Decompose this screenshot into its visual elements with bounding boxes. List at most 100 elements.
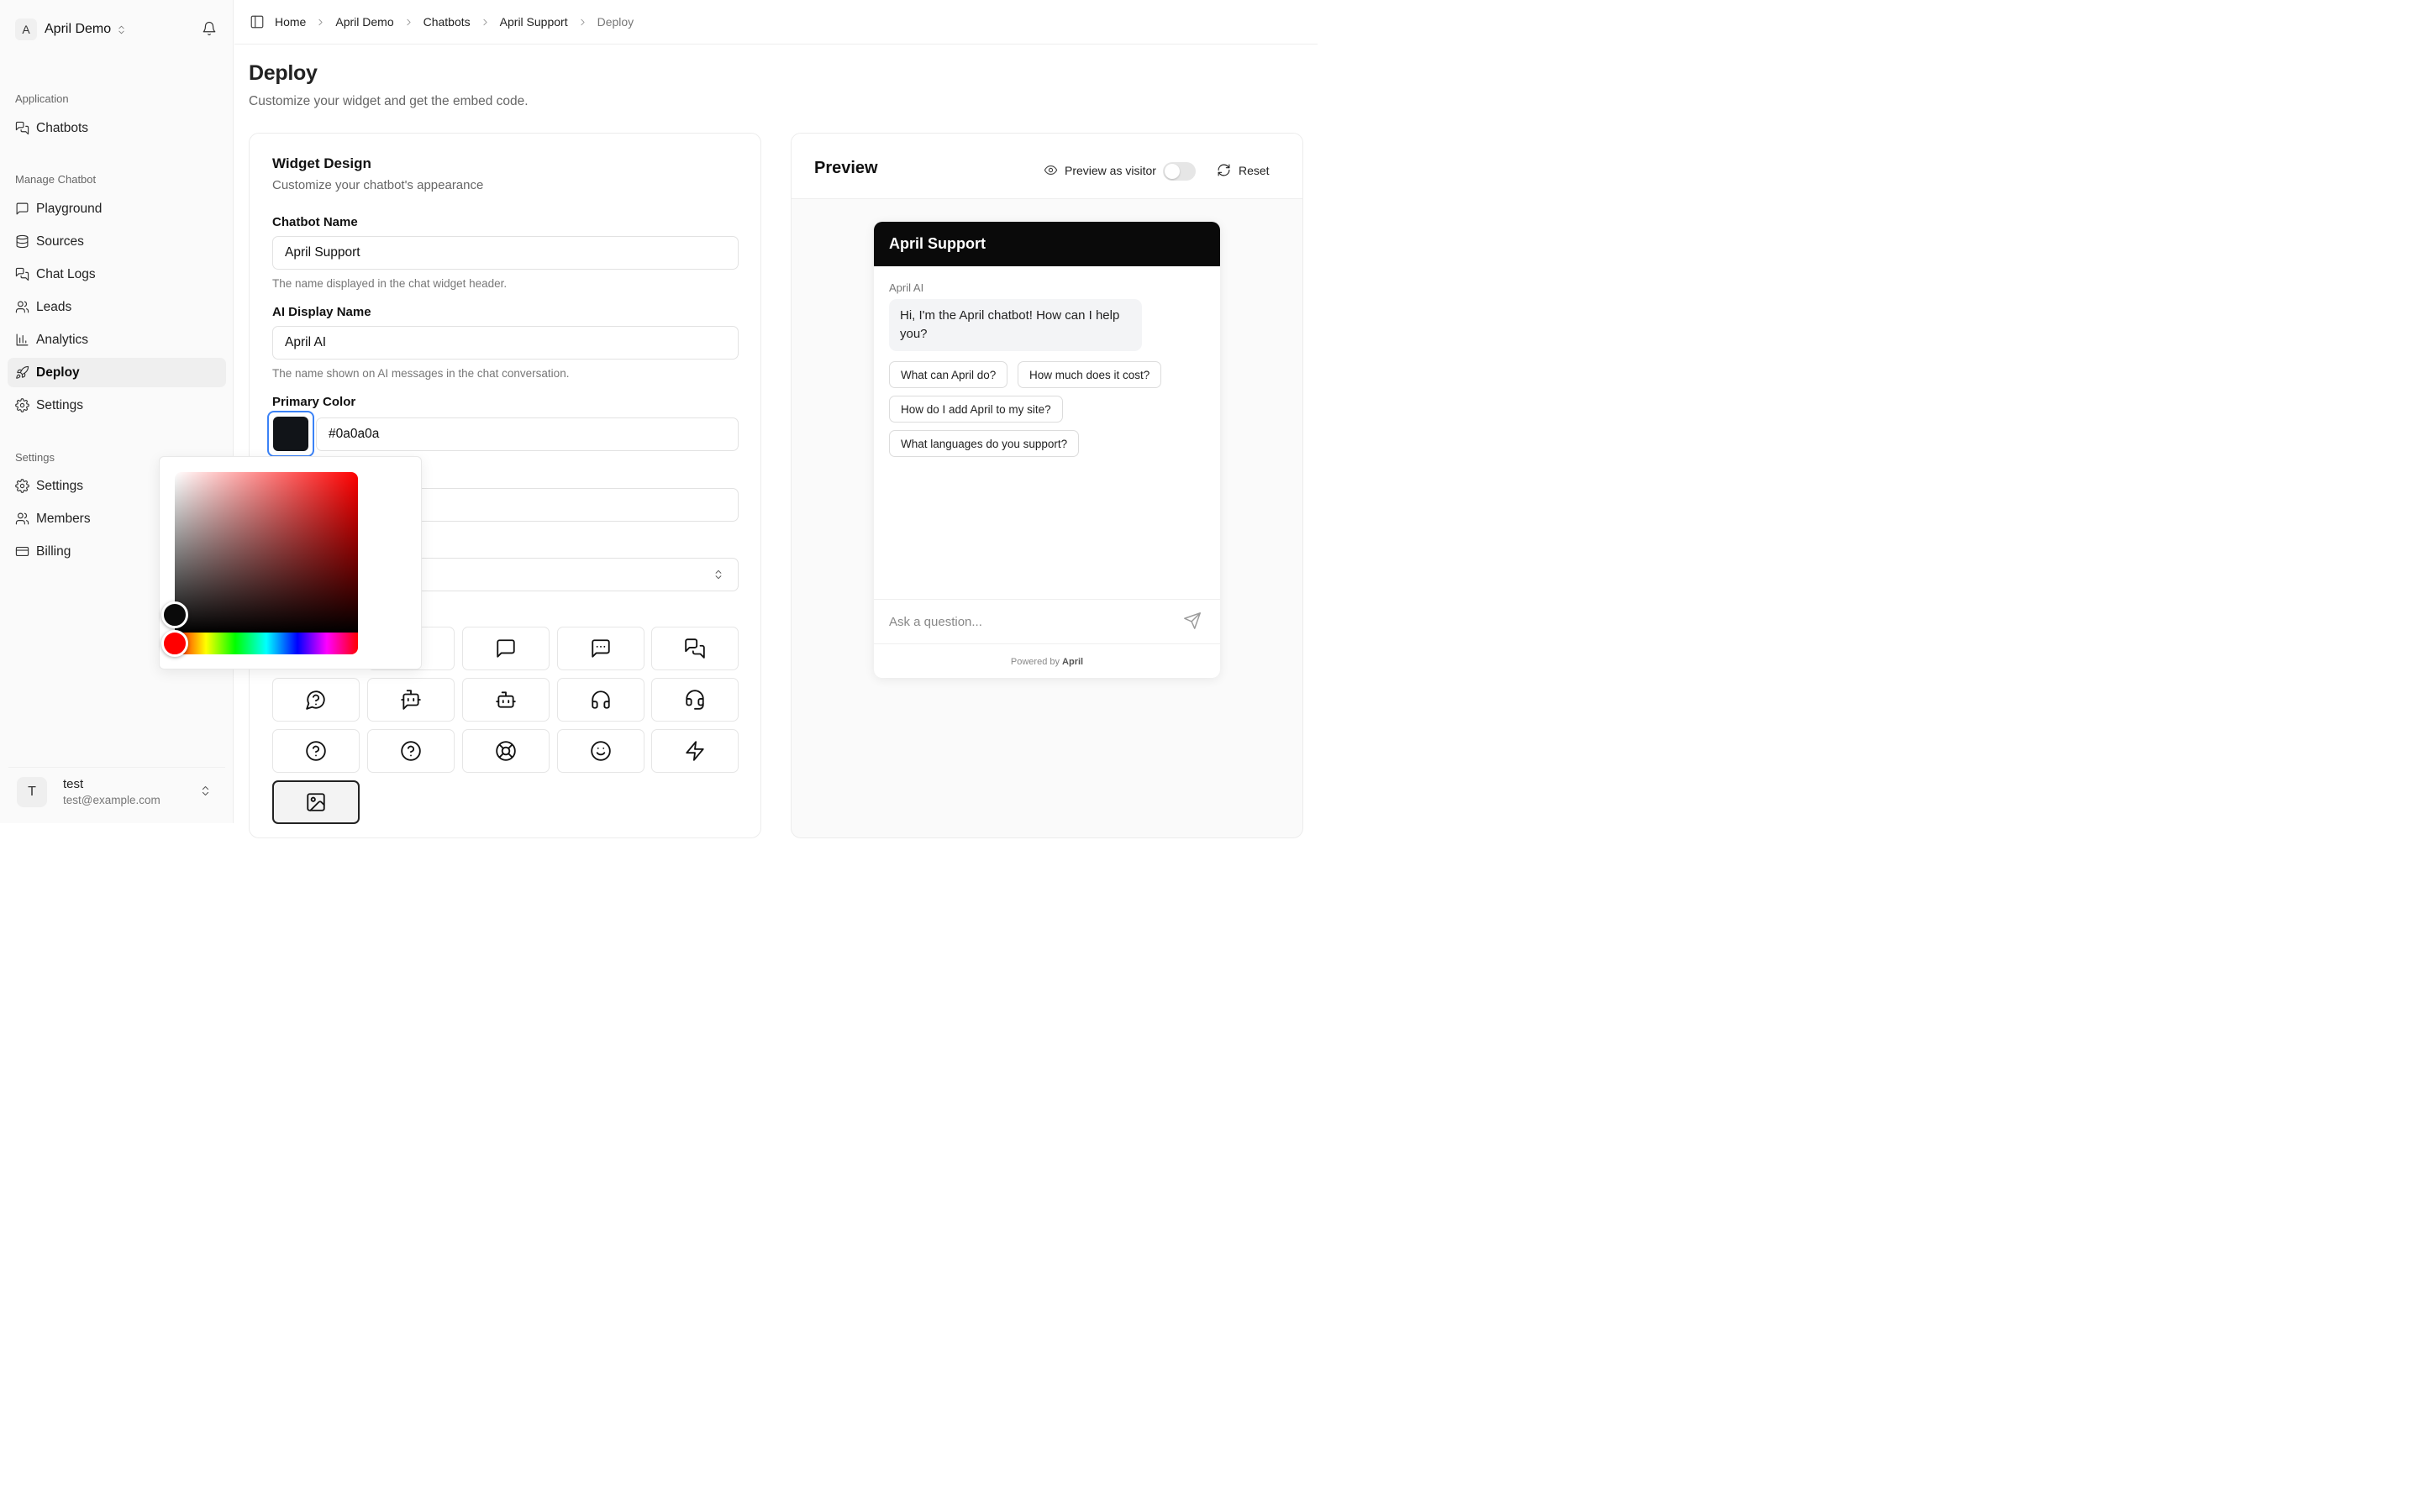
icon-option-message-square-alt[interactable] xyxy=(462,627,550,670)
bar-chart-icon xyxy=(15,333,29,347)
messages-square-icon xyxy=(15,267,29,281)
sidebar-item-label: Settings xyxy=(36,478,84,493)
chevrons-up-down-icon xyxy=(713,569,724,580)
sidebar-item-label: Deploy xyxy=(36,365,80,380)
icon-option-messages-square[interactable] xyxy=(651,627,739,670)
bell-icon[interactable] xyxy=(202,21,217,36)
hue-slider[interactable] xyxy=(175,633,358,654)
chatbot-name-help: The name displayed in the chat widget he… xyxy=(272,277,508,290)
ai-name-label: AI Display Name xyxy=(272,305,371,319)
sidebar-item-label: Sources xyxy=(36,234,84,249)
icon-option-headset[interactable] xyxy=(651,678,739,722)
message-square-icon xyxy=(15,202,29,216)
sidebar-item-leads[interactable]: Leads xyxy=(8,292,226,322)
life-buoy-icon xyxy=(495,740,517,762)
section-application: Application xyxy=(15,92,69,105)
bot-message-square-icon xyxy=(400,689,422,711)
suggestion-chip[interactable]: How much does it cost? xyxy=(1018,361,1162,388)
user-avatar: T xyxy=(17,776,47,807)
preview-card: Preview Preview as visitor Reset April S… xyxy=(791,133,1303,838)
message-circle-question-icon xyxy=(305,689,327,711)
color-swatch xyxy=(273,417,308,451)
icon-option-circle-question[interactable] xyxy=(367,729,455,773)
sidebar-item-analytics[interactable]: Analytics xyxy=(8,325,226,354)
sidebar-item-label: Billing xyxy=(36,543,71,559)
gear-icon xyxy=(15,479,29,493)
icon-option-circle-help[interactable] xyxy=(272,729,360,773)
chat-input[interactable]: Ask a question... xyxy=(874,599,1220,644)
icon-option-message-circle-question[interactable] xyxy=(272,678,360,722)
saturation-area[interactable] xyxy=(175,472,358,633)
preview-visitor-toggle[interactable] xyxy=(1163,162,1196,181)
icon-option-zap[interactable] xyxy=(651,729,739,773)
message-square-icon xyxy=(495,638,517,659)
sidebar-item-chat-logs[interactable]: Chat Logs xyxy=(8,260,226,289)
smile-icon xyxy=(590,740,612,762)
chevrons-up-down-icon xyxy=(116,24,127,35)
circle-question-mark-icon xyxy=(400,740,422,762)
preview-as-visitor: Preview as visitor xyxy=(1044,163,1156,177)
suggestion-chip[interactable]: What can April do? xyxy=(889,361,1008,388)
widget-header: April Support xyxy=(874,222,1220,266)
breadcrumb-current: Deploy xyxy=(597,15,634,29)
sidebar-item-label: Playground xyxy=(36,201,103,216)
icon-option-message-square-more[interactable] xyxy=(557,627,644,670)
org-avatar: A xyxy=(15,18,37,40)
circle-help-icon xyxy=(305,740,327,762)
breadcrumb-org[interactable]: April Demo xyxy=(335,15,393,29)
user-name: test xyxy=(63,777,84,791)
ai-name-help: The name shown on AI messages in the cha… xyxy=(272,367,570,380)
icon-option-life-buoy[interactable] xyxy=(462,729,550,773)
page-title: Deploy xyxy=(249,61,318,85)
users-icon xyxy=(15,300,29,314)
credit-card-icon xyxy=(15,544,29,559)
chevron-right-icon xyxy=(403,17,414,28)
suggestion-chip[interactable]: What languages do you support? xyxy=(889,430,1080,457)
sidebar-item-label: Analytics xyxy=(36,332,89,347)
gear-icon xyxy=(15,398,29,412)
org-switcher[interactable]: A April Demo xyxy=(15,17,225,42)
icon-option-bot-message[interactable] xyxy=(367,678,455,722)
eye-icon xyxy=(1044,163,1065,177)
sidebar-item-label: Chat Logs xyxy=(36,266,96,281)
card-title: Widget Design xyxy=(272,155,371,171)
saturation-handle[interactable] xyxy=(161,601,188,628)
icon-option-image[interactable] xyxy=(272,780,360,824)
chat-input-placeholder: Ask a question... xyxy=(889,614,982,629)
reset-label: Reset xyxy=(1239,163,1270,177)
icon-option-headphones[interactable] xyxy=(557,678,644,722)
card-subtitle: Customize your chatbot's appearance xyxy=(272,178,484,192)
sidebar-item-playground[interactable]: Playground xyxy=(8,194,226,223)
primary-color-input[interactable]: #0a0a0a xyxy=(316,417,739,451)
breadcrumb-home[interactable]: Home xyxy=(275,15,306,29)
page-subtitle: Customize your widget and get the embed … xyxy=(249,94,529,108)
section-manage-chatbot: Manage Chatbot xyxy=(15,173,97,186)
sidebar-item-settings[interactable]: Settings xyxy=(8,391,226,420)
powered-by: Powered by April xyxy=(874,657,1220,667)
reset-button[interactable]: Reset xyxy=(1217,163,1270,177)
powered-brand[interactable]: April xyxy=(1062,657,1083,667)
icon-option-bot[interactable] xyxy=(462,678,550,722)
color-swatch-button[interactable] xyxy=(267,411,314,457)
messages-square-icon xyxy=(684,638,706,659)
panel-left-icon[interactable] xyxy=(250,14,265,29)
suggestion-chip[interactable]: How do I add April to my site? xyxy=(889,396,1063,423)
refresh-icon xyxy=(1217,163,1239,177)
breadcrumb-chatbots[interactable]: Chatbots xyxy=(424,15,471,29)
ai-name-input[interactable]: April AI xyxy=(272,326,739,360)
sidebar-item-label: Chatbots xyxy=(36,120,89,135)
send-icon[interactable] xyxy=(1183,612,1202,630)
headset-icon xyxy=(684,689,706,711)
primary-color-label: Primary Color xyxy=(272,395,356,409)
user-menu[interactable]: T test test@example.com xyxy=(8,767,225,816)
breadcrumb-chatbot[interactable]: April Support xyxy=(500,15,568,29)
chatbot-name-input[interactable]: April Support xyxy=(272,236,739,270)
users-icon xyxy=(15,512,29,526)
chevron-right-icon xyxy=(480,17,491,28)
icon-option-smile[interactable] xyxy=(557,729,644,773)
hue-handle[interactable] xyxy=(161,630,188,657)
sidebar-item-chatbots[interactable]: Chatbots xyxy=(8,113,226,143)
sidebar-item-deploy[interactable]: Deploy xyxy=(8,358,226,387)
chevrons-up-down-icon xyxy=(199,785,212,797)
sidebar-item-sources[interactable]: Sources xyxy=(8,227,226,256)
